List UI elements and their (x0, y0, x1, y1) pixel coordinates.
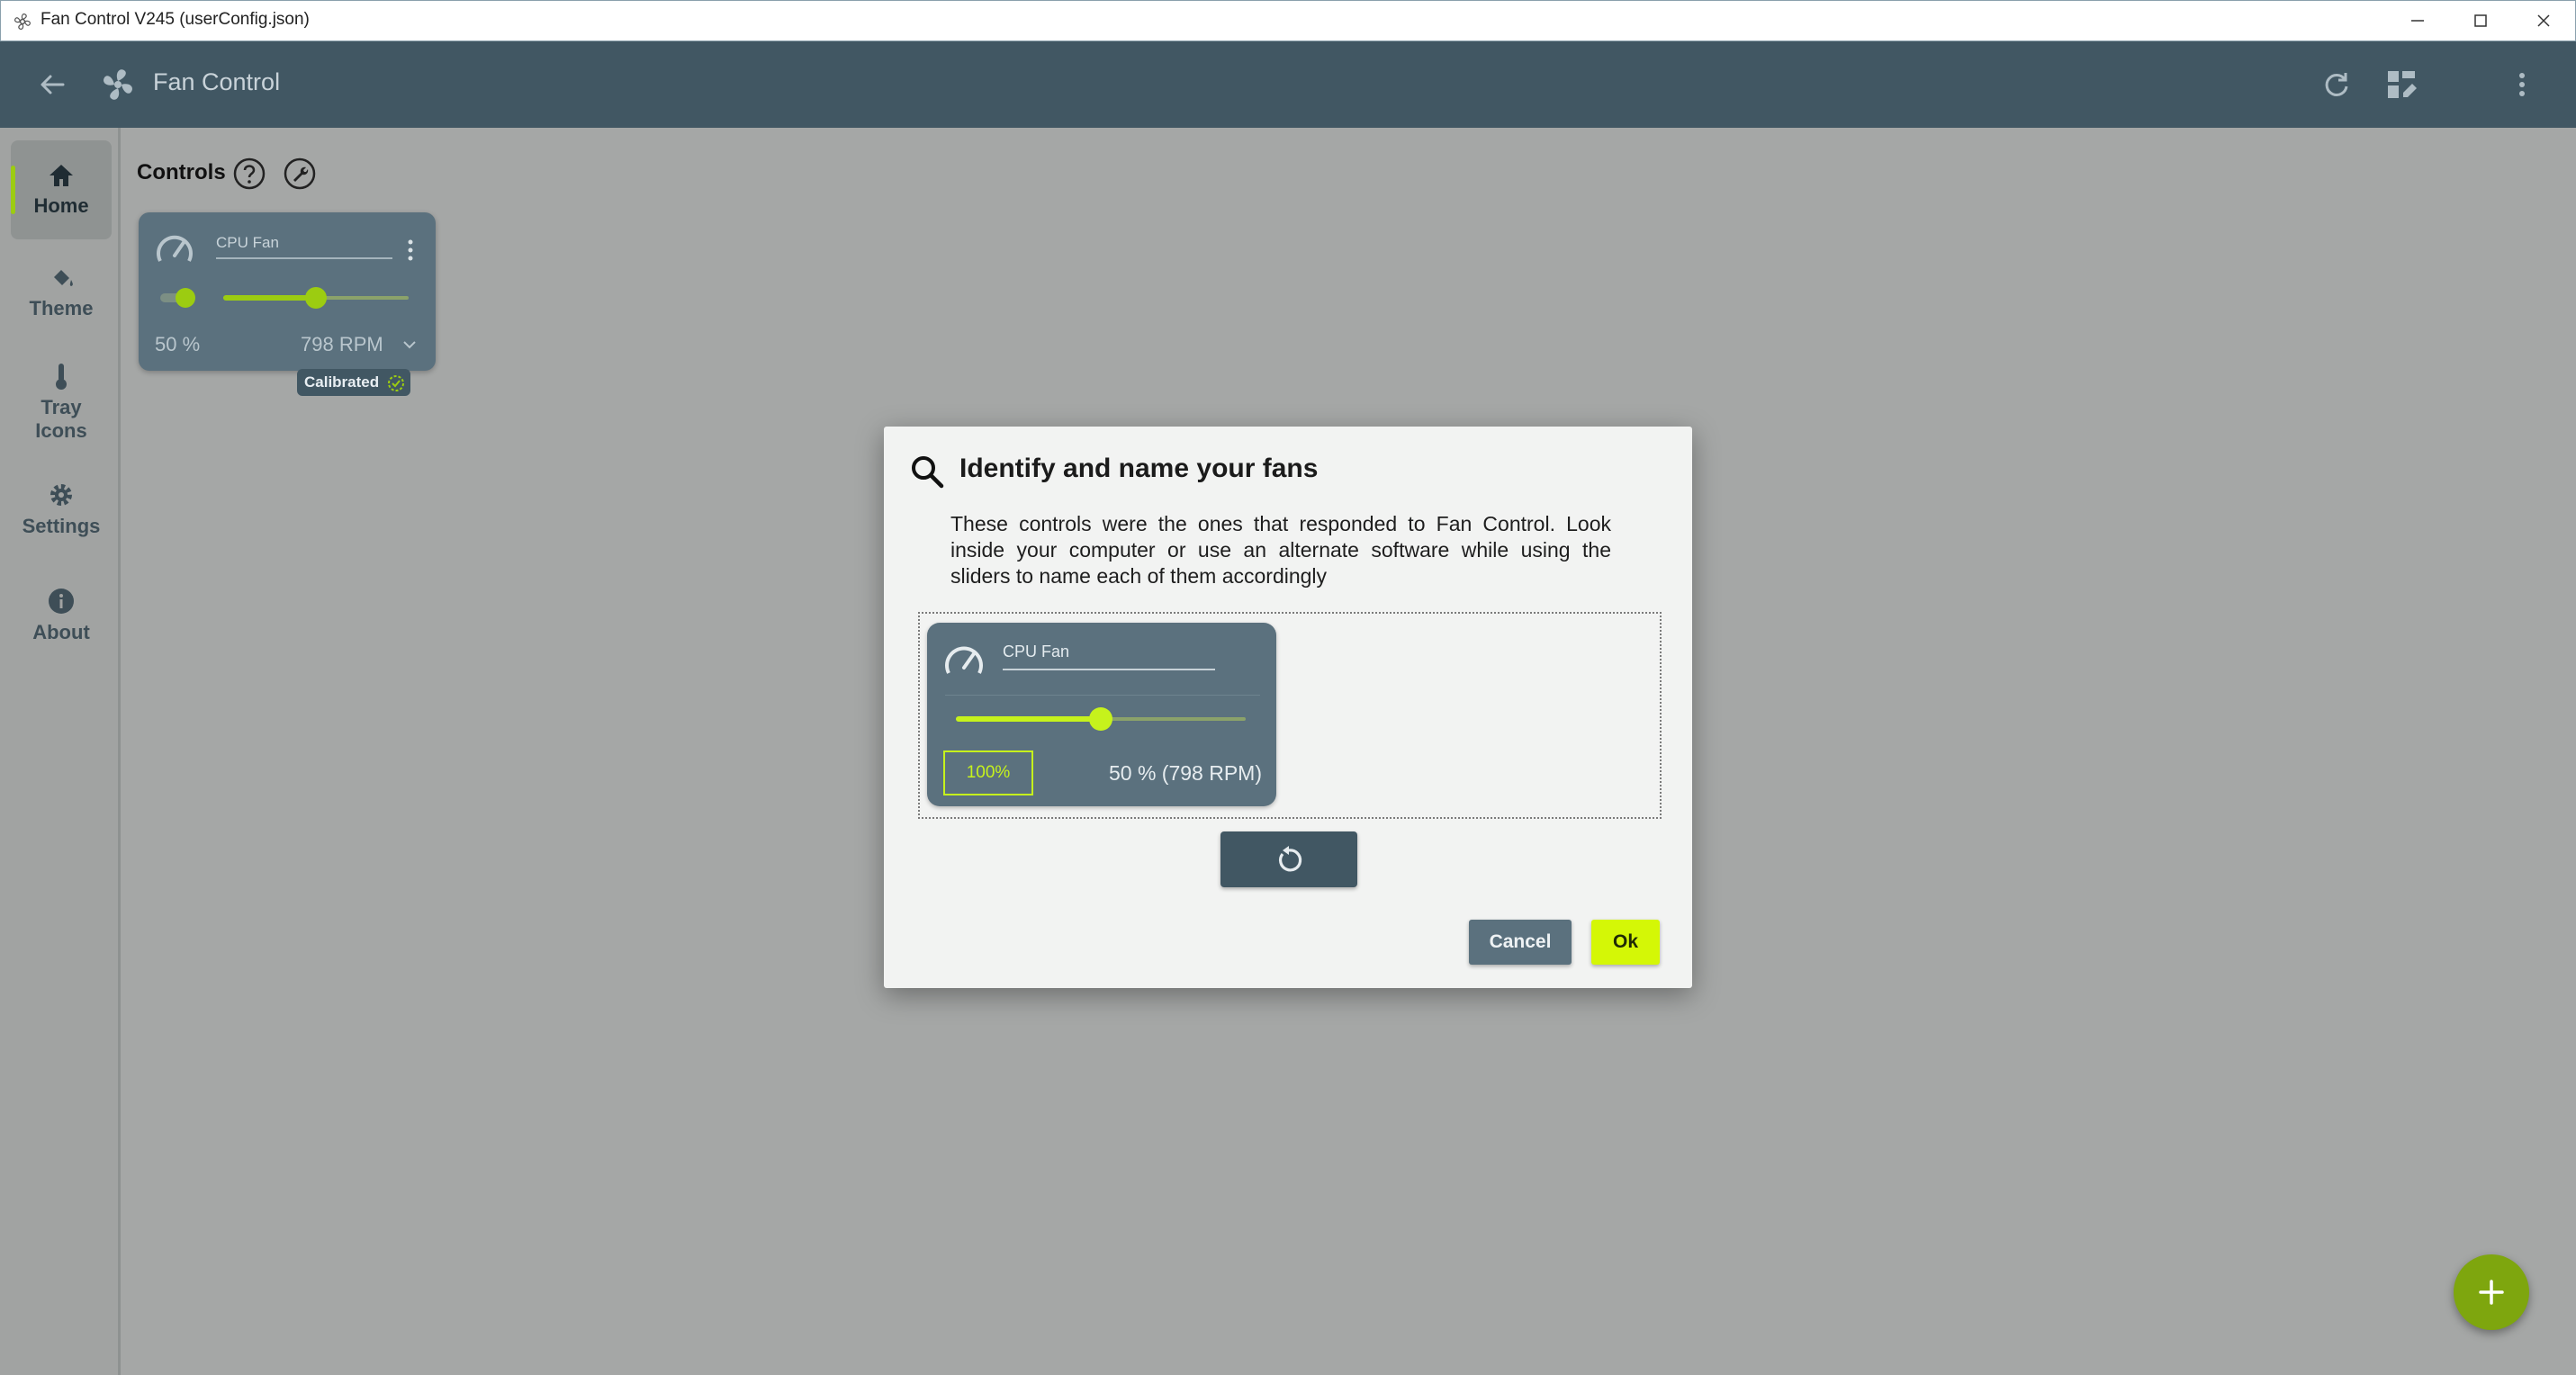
window-title: Fan Control V245 (userConfig.json) (41, 10, 310, 29)
full-speed-button[interactable]: 100% (943, 750, 1033, 795)
more-vert-icon[interactable] (2504, 67, 2540, 103)
close-button[interactable] (2514, 1, 2573, 40)
fan-name-field[interactable]: CPU Fan (1003, 643, 1215, 670)
speedometer-icon (157, 235, 193, 262)
fan-status: 50 % (798 RPM) (1108, 761, 1262, 785)
sidebar-item-tray-icons[interactable]: Tray Icons (11, 362, 112, 443)
minimize-button[interactable] (2388, 1, 2447, 40)
maximize-icon (2474, 14, 2487, 27)
sidebar-item-label: Settings (22, 515, 101, 537)
paint-bucket-icon (54, 270, 73, 286)
sidebar-item-label: Tray Icons (35, 396, 87, 442)
sidebar-item-settings[interactable]: Settings (11, 481, 112, 538)
back-arrow-icon[interactable] (34, 67, 70, 103)
ok-button[interactable]: Ok (1591, 920, 1660, 965)
sidebar-item-home[interactable]: Home (11, 140, 112, 239)
fan-rpm: 798 RPM (301, 333, 383, 355)
sidebar-item-about[interactable]: About (11, 587, 112, 644)
sidebar-item-label: About (32, 621, 90, 643)
window-titlebar: Fan Control V245 (userConfig.json) (0, 0, 2576, 41)
dialog-fan-card[interactable]: CPU Fan 100% 50 % (798 RPM) (927, 623, 1276, 806)
reset-button[interactable] (1220, 831, 1357, 887)
restart-icon (1278, 846, 1302, 872)
home-icon (50, 165, 73, 186)
speed-slider[interactable] (220, 284, 418, 311)
minimize-icon (2411, 20, 2424, 22)
plus-icon (2479, 1280, 2504, 1305)
close-icon (2537, 14, 2550, 27)
dashboard-edit-icon[interactable] (2383, 67, 2419, 103)
search-icon (912, 456, 944, 489)
badge-label: Calibrated (304, 373, 380, 391)
enable-toggle[interactable] (158, 284, 200, 311)
maximize-button[interactable] (2451, 1, 2510, 40)
sidebar-item-label: Home (33, 194, 89, 217)
fan-app-icon (14, 13, 31, 30)
identify-fans-dialog: Identify and name your fans These contro… (884, 427, 1692, 988)
fan-logo-icon (104, 69, 132, 100)
divider (945, 695, 1260, 696)
more-vert-icon[interactable] (405, 238, 416, 265)
gear-icon (50, 484, 72, 506)
dialog-title: Identify and name your fans (959, 454, 1319, 483)
controls-title: Controls (137, 160, 226, 184)
refresh-icon[interactable] (2319, 67, 2355, 103)
chevron-down-icon[interactable] (401, 338, 418, 351)
add-button[interactable] (2454, 1254, 2529, 1330)
info-icon (49, 589, 74, 614)
thermometer-icon (56, 364, 67, 390)
fan-name-field[interactable]: CPU Fan (216, 234, 392, 259)
cancel-button[interactable]: Cancel (1469, 920, 1572, 965)
speed-slider[interactable] (950, 705, 1256, 732)
calibrated-badge: Calibrated (297, 369, 410, 396)
app-header: Fan Control (0, 41, 2576, 128)
sidebar-item-label: Theme (29, 297, 94, 319)
speedometer-icon (945, 646, 983, 674)
check-circle-icon (388, 375, 404, 391)
wrench-icon[interactable] (283, 157, 317, 191)
app-title: Fan Control (153, 68, 281, 95)
dialog-description: These controls were the ones that respon… (950, 512, 1611, 588)
sidebar-item-theme[interactable]: Theme (11, 265, 112, 320)
fan-percent: 50 % (155, 333, 201, 355)
help-icon[interactable] (232, 157, 266, 191)
fan-card[interactable]: CPU Fan 50 % 798 RPM (139, 212, 436, 371)
